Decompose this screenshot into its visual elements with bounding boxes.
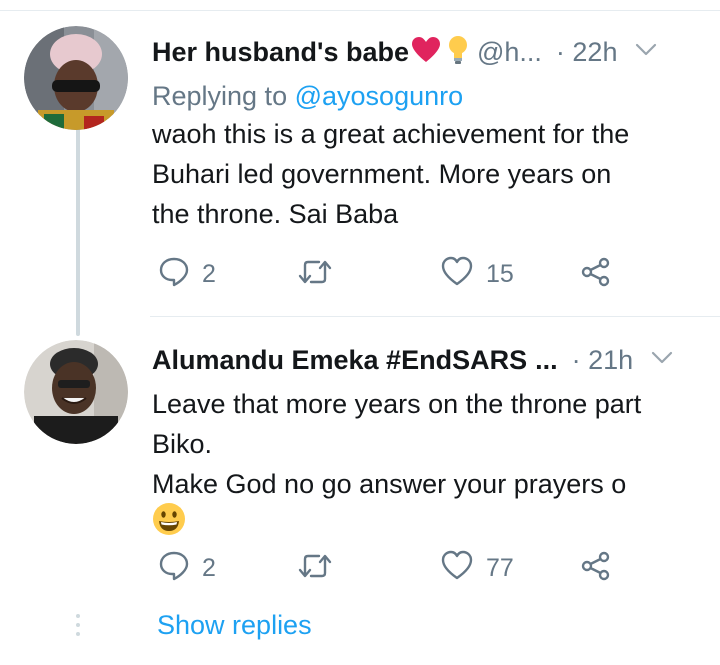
reply-count: 2 — [202, 259, 216, 288]
share-icon — [580, 256, 612, 293]
like-button[interactable]: 15 — [440, 254, 514, 294]
share-button[interactable] — [580, 548, 612, 588]
like-icon — [440, 550, 474, 587]
retweet-button[interactable] — [297, 548, 333, 588]
tweet-text-line: the throne. Sai Baba — [152, 199, 399, 229]
like-count: 15 — [486, 259, 514, 288]
tweet-header: Her husband's babe @h... · 22h — [152, 28, 702, 76]
retweet-icon — [297, 551, 333, 586]
avatar[interactable] — [24, 26, 128, 130]
tweet-header: Alumandu Emeka #EndSARS ... · 21h — [152, 336, 702, 384]
tweet-text-line: waoh this is a great achievement for the — [152, 119, 630, 149]
share-button[interactable] — [580, 254, 612, 294]
grinning-face-icon — [152, 502, 186, 547]
reply-count: 2 — [202, 553, 216, 582]
chevron-down-icon[interactable] — [635, 43, 657, 62]
thread-more-dots — [76, 614, 80, 641]
tweet-text-line: Biko. — [152, 429, 213, 459]
reply-icon — [158, 256, 190, 293]
tweet-text: waoh this is a great achievement for the… — [152, 114, 702, 234]
display-name[interactable]: Alumandu Emeka #EndSARS — [152, 345, 527, 376]
red-heart-icon — [411, 36, 441, 69]
timestamp[interactable]: · 21h — [572, 345, 634, 376]
tweet-text-line: Leave that more years on the throne part — [152, 389, 642, 419]
tweet-text: Leave that more years on the throne part… — [152, 384, 702, 544]
mention-link[interactable]: @ayosogunro — [295, 81, 464, 111]
tweet-reply-1[interactable]: Her husband's babe @h... · 22h Replying … — [152, 28, 702, 288]
display-name[interactable]: Her husband's babe — [152, 37, 409, 68]
timestamp[interactable]: · 22h — [556, 37, 618, 68]
reply-button[interactable]: 2 — [158, 254, 216, 294]
tweet-text-line: Buhari led government. More years on — [152, 159, 612, 189]
tweet-text-line: Make God no go answer your prayers o — [152, 469, 627, 499]
tweet-divider — [150, 316, 720, 317]
thread-connector-line — [76, 126, 80, 336]
avatar[interactable] — [24, 340, 128, 444]
replying-to-label: Replying to — [152, 81, 288, 111]
tweet-reply-2[interactable]: Alumandu Emeka #EndSARS ... · 21h Leave … — [152, 336, 702, 582]
retweet-icon — [297, 257, 333, 292]
retweet-button[interactable] — [297, 254, 333, 294]
like-icon — [440, 256, 474, 293]
light-bulb-icon — [447, 34, 469, 71]
like-button[interactable]: 77 — [440, 548, 514, 588]
replying-to-line: Replying to @ayosogunro — [152, 78, 702, 114]
like-count: 77 — [486, 553, 514, 582]
reply-button[interactable]: 2 — [158, 548, 216, 588]
reply-icon — [158, 550, 190, 587]
name-truncation: ... — [535, 344, 558, 375]
chevron-down-icon[interactable] — [651, 351, 673, 370]
share-icon — [580, 550, 612, 587]
top-divider — [0, 10, 720, 11]
user-handle[interactable]: @h... — [477, 37, 542, 68]
show-replies-link[interactable]: Show replies — [157, 610, 312, 641]
